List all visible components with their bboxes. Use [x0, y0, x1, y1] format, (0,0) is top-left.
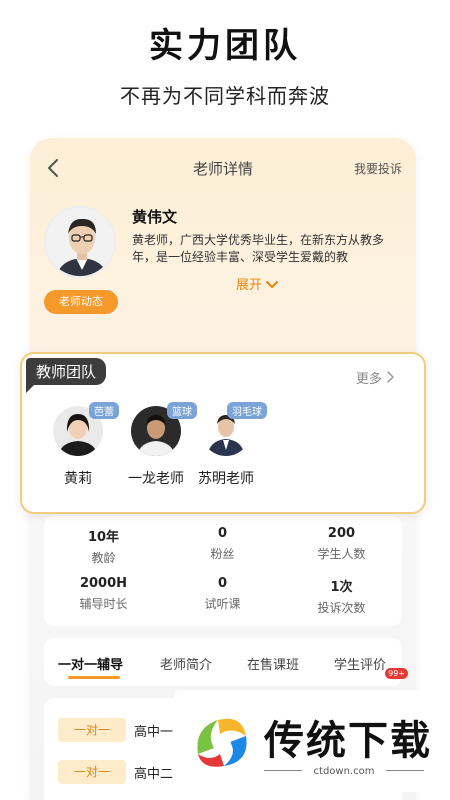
stat-item: 10年 教龄: [44, 526, 163, 566]
stat-item: 0 试听课: [163, 576, 282, 612]
avatar: 芭蕾: [53, 402, 119, 456]
teacher-avatar: [44, 206, 116, 278]
stat-value: 10年: [87, 530, 120, 545]
team-member[interactable]: 芭蕾 黄莉: [38, 402, 119, 488]
avatar: 篮球: [131, 402, 197, 456]
course-title: 高中一: [134, 724, 174, 740]
tab-student-reviews[interactable]: 学生评价: [334, 654, 386, 673]
member-name: 黄莉: [64, 471, 92, 487]
promo-subtitle: 不再为不同学科而奔波: [120, 84, 330, 108]
course-title: 高中二: [134, 766, 174, 782]
brand-logo-icon: [197, 718, 247, 767]
stat-value: 2000H: [79, 576, 128, 591]
promo-title: 实力团队: [149, 26, 301, 66]
member-name: 苏明老师: [198, 471, 254, 487]
stat-item: 0 粉丝: [163, 526, 282, 562]
subject-badge: 羽毛球: [227, 402, 267, 419]
teacher-name: 黄伟文: [132, 208, 178, 226]
course-type-tag: 一对一: [58, 760, 126, 784]
course-type-tag: 一对一: [58, 718, 126, 742]
watermark-url: ctdown.com: [313, 766, 375, 777]
teacher-dynamics-button[interactable]: 老师动态: [44, 290, 118, 314]
tab-courses-on-sale[interactable]: 在售课班: [247, 654, 299, 673]
watermark: 传统下载 ctdown.com: [174, 690, 436, 792]
subject-badge: 芭蕾: [89, 402, 119, 419]
stat-label: 投诉次数: [317, 601, 366, 615]
teacher-team-card: 教师团队 更多 芭蕾 黄莉 篮球 一龙老师 羽毛球 苏明老师: [20, 352, 426, 514]
stats-panel: 10年 教龄 0 粉丝 200 学生人数 2000H 辅导时长 0 试听课 1次…: [44, 516, 402, 626]
list-item[interactable]: 一对一 高中一: [58, 718, 173, 746]
review-count-badge: 99+: [385, 668, 408, 679]
stat-label: 试听课: [204, 597, 241, 611]
more-label: 更多: [355, 372, 382, 387]
stat-item: 200 学生人数: [282, 526, 401, 562]
chevron-right-icon: [386, 371, 394, 387]
avatar: 羽毛球: [201, 402, 267, 456]
stat-value: 200: [327, 526, 356, 541]
expand-label: 展开: [236, 278, 263, 293]
stat-value: 0: [217, 576, 228, 591]
stat-value: 1次: [330, 580, 353, 595]
stat-label: 辅导时长: [79, 597, 128, 611]
active-tab-indicator: [68, 676, 120, 679]
team-more-button[interactable]: 更多: [356, 368, 394, 387]
stat-value: 0: [217, 526, 228, 541]
list-item[interactable]: 一对一 高中二: [58, 760, 173, 788]
expand-button[interactable]: 展开: [236, 274, 279, 293]
teacher-description: 黄老师，广西大学优秀毕业生，在新东方从教多年，是一位经验丰富、深受学生爱戴的教: [132, 233, 385, 264]
team-member[interactable]: 篮球 一龙老师: [116, 402, 197, 488]
chevron-down-icon: [266, 278, 279, 293]
stat-label: 学生人数: [317, 547, 366, 561]
stat-label: 粉丝: [210, 547, 235, 561]
stat-item: 2000H 辅导时长: [44, 576, 163, 612]
team-member[interactable]: 羽毛球 苏明老师: [186, 402, 267, 488]
stat-label: 教龄: [91, 551, 116, 565]
complain-button[interactable]: 我要投诉: [354, 160, 402, 177]
team-tag: 教师团队: [26, 358, 107, 393]
tab-bar: 一对一辅导 老师简介 在售课班 学生评价 99+: [44, 638, 408, 686]
watermark-brand: 传统下载: [264, 718, 432, 764]
teacher-card: 老师动态 黄伟文 黄老师，广西大学优秀毕业生，在新东方从教多年，是一位经验丰富、…: [30, 198, 416, 328]
tab-one-on-one[interactable]: 一对一辅导: [58, 654, 123, 673]
nav-bar: 老师详情 我要投诉: [30, 138, 416, 198]
stat-item: 1次 投诉次数: [282, 576, 401, 616]
member-name: 一龙老师: [128, 471, 184, 487]
tab-teacher-intro[interactable]: 老师简介: [160, 654, 212, 673]
